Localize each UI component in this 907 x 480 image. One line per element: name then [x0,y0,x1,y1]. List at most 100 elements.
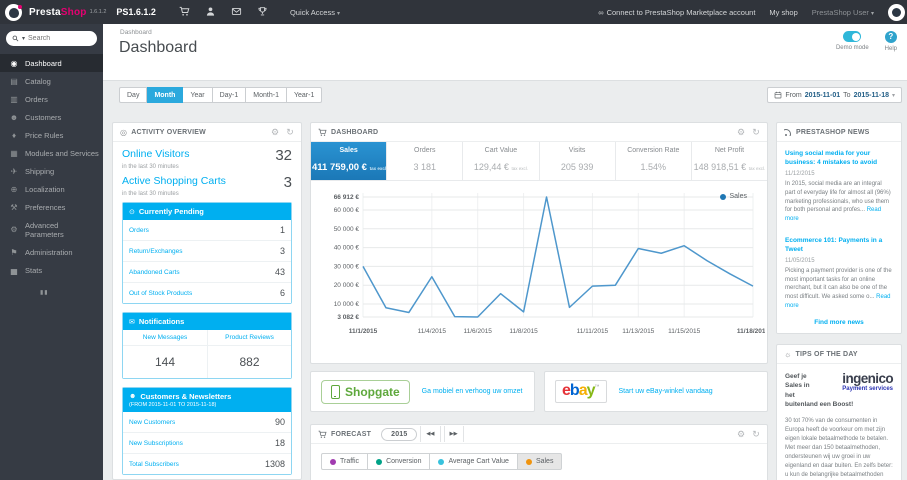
customer-icon[interactable] [198,3,224,21]
kpi-orders[interactable]: Orders 3 181 [387,142,464,180]
filter-day-button[interactable]: Day [119,87,148,103]
my-shop-link[interactable]: My shop [769,8,797,17]
ebay-logo[interactable]: ebay ™ [555,379,607,404]
news-article-title[interactable]: Using social media for your business: 4 … [785,149,893,167]
kpi-conversion-rate[interactable]: Conversion Rate 1.54% [616,142,692,180]
sidebar-item-dashboard[interactable]: ◉ Dashboard [0,54,103,72]
sidebar-item-localization[interactable]: ⊕ Localization [0,180,103,198]
sidebar-item-advanced-parameters[interactable]: ⚙ Advanced Parameters [0,216,103,243]
filter-year-1-button[interactable]: Year-1 [286,87,323,103]
kpi-visits[interactable]: Visits 205 939 [540,142,616,180]
sidebar: ▾ ◉Dashboard ▤Catalog ▥Orders ☻Customers… [0,24,103,480]
bell-icon: ✉ [129,318,135,326]
header-tools: Demo mode ? Help [836,31,897,52]
prev-year-button[interactable]: ◀◀ [420,426,441,442]
cart-icon [318,128,327,136]
search-input[interactable] [28,35,91,42]
target-icon: ◎ [120,127,128,137]
new-messages-cell: New Messages 144 [123,330,207,378]
sidebar-item-shipping[interactable]: ✈ Shipping [0,162,103,180]
book-icon: ▤ [10,76,18,86]
next-year-button[interactable]: ▶▶ [443,426,464,442]
svg-text:11/4/2015: 11/4/2015 [418,328,447,335]
legend-conversion-button[interactable]: Conversion [368,453,431,470]
chart-legend[interactable]: Sales [720,193,747,200]
kpi-net-profit[interactable]: Net Profit 148 918,51 € tax excl. [692,142,767,180]
sidebar-item-catalog[interactable]: ▤ Catalog [0,72,103,90]
globe-icon: ⊕ [10,184,18,194]
notifications-section: ✉ Notifications New Messages 144 Product … [122,312,292,379]
phone-icon [331,384,340,399]
date-range-picker[interactable]: From 2015-11-01 To 2015-11-18 ▾ [767,87,902,103]
ebay-link[interactable]: Start uw eBay-winkel vandaag [619,387,713,396]
caret-down-icon: ▾ [870,10,874,17]
shopgate-link[interactable]: Ga mobiel en verhoog uw omzet [422,387,523,396]
refresh-icon[interactable]: ↻ [752,127,760,138]
forecast-year[interactable]: 2015 [381,427,418,441]
marketplace-link[interactable]: ∞ Connect to PrestaShop Marketplace accou… [598,8,755,17]
conversion-dot-icon [376,458,383,465]
gear-icon[interactable]: ⚙ [737,429,745,440]
gear-icon[interactable]: ⚙ [737,127,745,138]
topbar: PrestaShop 1.6.1.2 PS1.6.1.2 Quick Acces… [0,0,907,24]
sidebar-item-stats[interactable]: ▅ Stats [0,261,103,279]
cart-icon[interactable] [172,3,198,21]
quick-access-menu[interactable]: Quick Access ▾ [290,8,340,17]
find-more-news-link[interactable]: Find more news [777,312,901,333]
users-icon: ☻ [129,393,137,400]
refresh-icon[interactable]: ↻ [286,127,294,138]
filter-month-button[interactable]: Month [147,87,184,103]
ingenico-logo[interactable]: ingenico Payment services [819,372,893,393]
sales-legend-dot [720,193,727,200]
trophy-icon[interactable] [250,3,276,21]
prestashop-logo-icon[interactable] [5,3,22,21]
online-visitors-link[interactable]: Online Visitors [122,148,190,160]
gauge-icon: ◉ [10,58,18,68]
customers-row-new: New Customers 90 [123,412,291,432]
active-carts-link[interactable]: Active Shopping Carts [122,175,226,187]
filter-day-1-button[interactable]: Day-1 [212,87,247,103]
sidebar-collapse-button[interactable]: ▮▮ [40,289,103,296]
sales-line-chart: 3 082 € 10 000 € 20 000 € 30 000 € 40 000 € 5… [334,193,767,335]
messages-icon[interactable] [224,3,250,21]
svg-text:11/13/2015: 11/13/2015 [622,328,654,335]
refresh-icon[interactable]: ↻ [752,429,760,440]
brand-name: PrestaShop [29,6,87,18]
news-article-title[interactable]: Ecommerce 101: Payments in a Tweet [785,236,893,254]
online-visitors: Online Visitors 32 in the last 30 minute… [122,147,292,197]
sidebar-item-orders[interactable]: ▥ Orders [0,90,103,108]
demo-mode-toggle[interactable]: Demo mode [836,31,869,52]
sidebar-item-price-rules[interactable]: ♦ Price Rules [0,126,103,144]
prestashop-admin-dashboard: PrestaShop 1.6.1.2 PS1.6.1.2 Quick Acces… [0,0,907,480]
forecast-legend: Traffic Conversion Average Cart Value Sa… [311,444,767,479]
tips-content: ingenico Payment services Geef je Sales … [777,364,901,480]
topbar-right: ∞ Connect to PrestaShop Marketplace accou… [598,3,907,21]
sidebar-item-preferences[interactable]: ⚒ Preferences [0,198,103,216]
filter-year-button[interactable]: Year [183,87,213,103]
help-button[interactable]: ? Help [885,31,897,52]
user-avatar[interactable] [888,3,905,21]
svg-text:66 912 €: 66 912 € [334,194,360,201]
filter-month-1-button[interactable]: Month-1 [246,87,287,103]
toggle-icon [843,31,862,42]
kpi-cart-value[interactable]: Cart Value 129,44 € tax excl. [463,142,540,180]
shopgate-logo[interactable]: Shopgate [321,379,410,404]
sales-dot-icon [525,458,532,465]
legend-sales-button[interactable]: Sales [517,453,563,470]
gear-icon[interactable]: ⚙ [271,127,279,138]
caret-down-icon[interactable]: ▾ [22,35,25,42]
sidebar-item-administration[interactable]: ⚑ Administration [0,243,103,261]
sales-chart: 3 082 € 10 000 € 20 000 € 30 000 € 40 000 € 5… [311,181,767,350]
svg-text:40 000 €: 40 000 € [334,245,360,252]
legend-traffic-button[interactable]: Traffic [321,453,369,470]
svg-text:11/18/2015: 11/18/2015 [737,328,765,335]
from-date: 2015-11-01 [804,91,841,99]
legend-avg-cart-value-button[interactable]: Average Cart Value [430,453,518,470]
user-menu[interactable]: PrestaShop User ▾ [812,8,874,17]
svg-text:50 000 €: 50 000 € [334,226,360,233]
activity-panel-header: ◎ ACTIVITY OVERVIEW ⚙ ↻ [113,123,301,142]
sidebar-item-modules[interactable]: ▦ Modules and Services [0,144,103,162]
sidebar-item-customers[interactable]: ☻ Customers [0,108,103,126]
kpi-sales[interactable]: Sales 411 759,00 € tax excl. [311,142,387,180]
ebay-module-card: ebay ™ Start uw eBay-winkel vandaag [544,371,768,412]
